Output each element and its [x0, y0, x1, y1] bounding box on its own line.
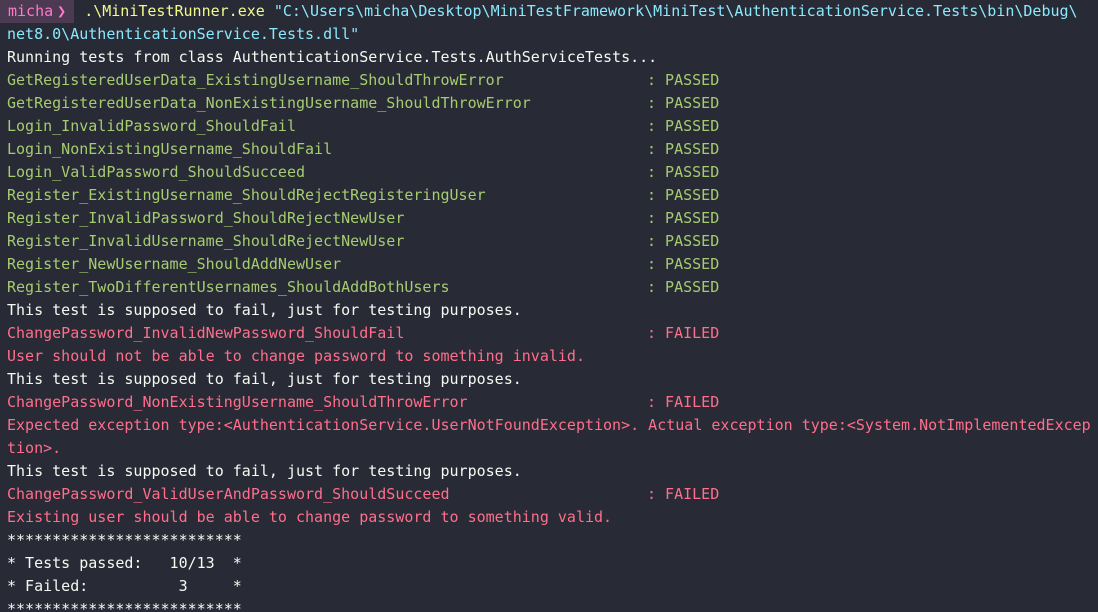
- test-name: Register_NewUsername_ShouldAddNewUser: [7, 255, 342, 273]
- failure-message: tion>.: [7, 439, 62, 457]
- summary-passed: * Tests passed: 10/13 *: [7, 554, 242, 572]
- summary-failed: * Failed: 3 *: [7, 577, 242, 595]
- test-name: Login_NonExistingUsername_ShouldFail: [7, 140, 333, 158]
- test-name: ChangePassword_ValidUserAndPassword_Shou…: [7, 485, 450, 503]
- test-status-passed: : PASSED: [647, 186, 720, 204]
- test-name: ChangePassword_InvalidNewPassword_Should…: [7, 324, 405, 342]
- test-result-row: Register_InvalidUsername_ShouldRejectNew…: [7, 230, 1098, 253]
- test-result-row: Login_ValidPassword_ShouldSucceed : PASSE…: [7, 161, 1098, 184]
- test-name: Register_InvalidUsername_ShouldRejectNew…: [7, 232, 405, 250]
- failure-note: This test is supposed to fail, just for …: [7, 370, 522, 388]
- test-name: Register_InvalidPassword_ShouldRejectNew…: [7, 209, 405, 227]
- test-status-failed: : FAILED: [647, 393, 720, 411]
- test-result-row: Register_InvalidPassword_ShouldRejectNew…: [7, 207, 1098, 230]
- test-status-passed: : PASSED: [647, 140, 720, 158]
- test-result-row-failed: ChangePassword_InvalidNewPassword_Should…: [7, 322, 1098, 345]
- test-status-passed: : PASSED: [647, 163, 720, 181]
- failures-list: This test is supposed to fail, just for …: [7, 299, 1098, 529]
- test-name: GetRegisteredUserData_ExistingUsername_S…: [7, 71, 504, 89]
- command-argument: "C:\Users\micha\Desktop\MiniTestFramewor…: [265, 0, 1078, 23]
- test-status-passed: : PASSED: [647, 232, 720, 250]
- failure-message: Expected exception type:<AuthenticationS…: [7, 416, 1091, 434]
- failure-message: User should not be able to change passwo…: [7, 347, 585, 365]
- results-list: GetRegisteredUserData_ExistingUsername_S…: [7, 69, 1098, 299]
- test-status-passed: : PASSED: [647, 71, 720, 89]
- test-status-passed: : PASSED: [647, 255, 720, 273]
- test-status-passed: : PASSED: [647, 278, 720, 296]
- summary-border-top: **************************: [7, 531, 242, 549]
- test-name: Login_InvalidPassword_ShouldFail: [7, 117, 296, 135]
- command-argument-wrap: net8.0\AuthenticationService.Tests.dll": [7, 25, 360, 43]
- test-status-failed: : FAILED: [647, 485, 720, 503]
- test-status-passed: : PASSED: [647, 94, 720, 112]
- terminal-window[interactable]: micha ❯ .\MiniTestRunner.exe "C:\Users\mic…: [0, 0, 1098, 612]
- test-status-passed: : PASSED: [647, 117, 720, 135]
- test-result-row: GetRegisteredUserData_NonExistingUsernam…: [7, 92, 1098, 115]
- test-name: GetRegisteredUserData_NonExistingUsernam…: [7, 94, 531, 112]
- test-result-row-failed: ChangePassword_ValidUserAndPassword_Shou…: [7, 483, 1098, 506]
- summary-border-bottom: **************************: [7, 600, 242, 612]
- command-argument-part1: "C:\Users\micha\Desktop\MiniTestFramewor…: [273, 2, 1078, 20]
- command-prompt-line: micha ❯ .\MiniTestRunner.exe "C:\Users\mic…: [0, 0, 1098, 23]
- failure-note: This test is supposed to fail, just for …: [7, 301, 522, 319]
- test-name: Register_ExistingUsername_ShouldRejectRe…: [7, 186, 486, 204]
- test-result-row: GetRegisteredUserData_ExistingUsername_S…: [7, 69, 1098, 92]
- run-header: Running tests from class AuthenticationS…: [7, 48, 658, 66]
- test-result-row: Login_NonExistingUsername_ShouldFail : PA…: [7, 138, 1098, 161]
- prompt-user: micha: [8, 2, 54, 20]
- failure-note: This test is supposed to fail, just for …: [7, 462, 522, 480]
- failure-message: Existing user should be able to change p…: [7, 508, 613, 526]
- command-text: .\MiniTestRunner.exe: [84, 2, 265, 20]
- test-status-passed: : PASSED: [647, 209, 720, 227]
- prompt-chevron-icon: ❯: [57, 2, 67, 20]
- test-result-row-failed: ChangePassword_NonExistingUsername_Shoul…: [7, 391, 1098, 414]
- test-result-row: Register_ExistingUsername_ShouldRejectRe…: [7, 184, 1098, 207]
- test-name: Login_ValidPassword_ShouldSucceed: [7, 163, 306, 181]
- test-status-failed: : FAILED: [647, 324, 720, 342]
- test-result-row: Register_NewUsername_ShouldAddNewUser : P…: [7, 253, 1098, 276]
- test-name: Register_TwoDifferentUsernames_ShouldAdd…: [7, 278, 450, 296]
- test-result-row: Login_InvalidPassword_ShouldFail : PASSED: [7, 115, 1098, 138]
- prompt-badge: micha ❯: [0, 0, 75, 23]
- test-result-row: Register_TwoDifferentUsernames_ShouldAdd…: [7, 276, 1098, 299]
- test-name: ChangePassword_NonExistingUsername_Shoul…: [7, 393, 468, 411]
